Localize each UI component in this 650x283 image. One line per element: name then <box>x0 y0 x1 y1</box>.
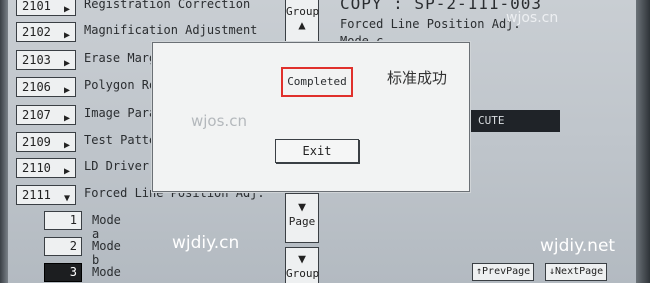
watermark-top-right: wjos.cn <box>506 10 559 26</box>
arrow-down-icon: ▼ <box>298 252 306 267</box>
code-text: 2103 <box>22 53 51 67</box>
mode-label: Mode b <box>92 239 121 267</box>
watermark-bottom-right: wjdiy.net <box>540 236 616 256</box>
service-screen: 2101 ▶ Registration Correction 2102 ▶ Magn… <box>0 0 650 283</box>
next-page-button[interactable]: ↓NextPage <box>545 263 608 281</box>
item-label: LD Driver <box>84 159 150 173</box>
success-annotation: 标准成功 <box>387 69 448 87</box>
group-label: Group <box>286 267 320 280</box>
watermark-dialog: wjos.cn <box>191 112 247 130</box>
code-text: 2111 <box>22 188 51 202</box>
triangle-down-icon: ▼ <box>63 193 70 204</box>
mode-label: Mode c <box>92 265 121 283</box>
group-up-button[interactable]: Group ▲ <box>285 0 319 42</box>
sp-subtitle: Forced Line Position Adj. <box>340 17 521 31</box>
code-button[interactable]: 2111 ▼ <box>16 185 76 205</box>
mode-label: Mode a <box>92 213 121 241</box>
code-button[interactable]: 2102 ▶ <box>16 22 76 42</box>
triangle-right-icon: ▶ <box>63 140 70 151</box>
triangle-right-icon: ▶ <box>63 166 70 177</box>
code-text: 2109 <box>22 135 51 149</box>
code-text: 2107 <box>22 108 51 122</box>
code-text: 2101 <box>22 0 51 13</box>
triangle-right-icon: ▶ <box>63 30 70 41</box>
item-label: Registration Correction <box>84 0 251 11</box>
code-button[interactable]: 2106 ▶ <box>16 77 76 97</box>
code-button[interactable]: 2101 ▶ <box>16 0 76 16</box>
page-label: Page <box>288 215 316 228</box>
group-label: Group <box>286 5 320 18</box>
execute-bar-text: CUTE <box>478 114 505 127</box>
mode-number-button[interactable]: 2 <box>44 237 82 256</box>
mode-number-button[interactable]: 1 <box>44 211 82 230</box>
group-down-button[interactable]: ▼ Group <box>285 247 319 283</box>
page-down-button[interactable]: ▼ Page <box>285 193 319 243</box>
triangle-right-icon: ▶ <box>63 113 70 124</box>
triangle-right-icon: ▶ <box>63 85 70 96</box>
next-page-label: NextPage <box>555 266 604 277</box>
arrow-up-icon: ▲ <box>298 18 306 32</box>
arrow-down-icon: ▼ <box>298 200 306 215</box>
code-text: 2102 <box>22 25 51 39</box>
exit-button[interactable]: Exit <box>275 139 359 163</box>
watermark-bottom-left: wjdiy.cn <box>172 233 240 253</box>
triangle-right-icon: ▶ <box>63 4 70 15</box>
code-button[interactable]: 2107 ▶ <box>16 105 76 125</box>
mode-number-button[interactable]: 3 <box>44 263 82 282</box>
code-text: 2110 <box>22 161 51 175</box>
completed-message: Completed <box>281 67 353 97</box>
item-label: Magnification Adjustment <box>84 23 258 37</box>
screen-bezel-right <box>636 0 650 283</box>
code-button[interactable]: 2110 ▶ <box>16 158 76 178</box>
prev-page-button[interactable]: ↑PrevPage <box>472 263 535 281</box>
prev-page-label: PrevPage <box>482 266 531 277</box>
code-button[interactable]: 2109 ▶ <box>16 132 76 152</box>
screen-bezel-left <box>0 0 8 283</box>
code-button[interactable]: 2103 ▶ <box>16 50 76 70</box>
triangle-right-icon: ▶ <box>63 58 70 69</box>
code-text: 2106 <box>22 80 51 94</box>
